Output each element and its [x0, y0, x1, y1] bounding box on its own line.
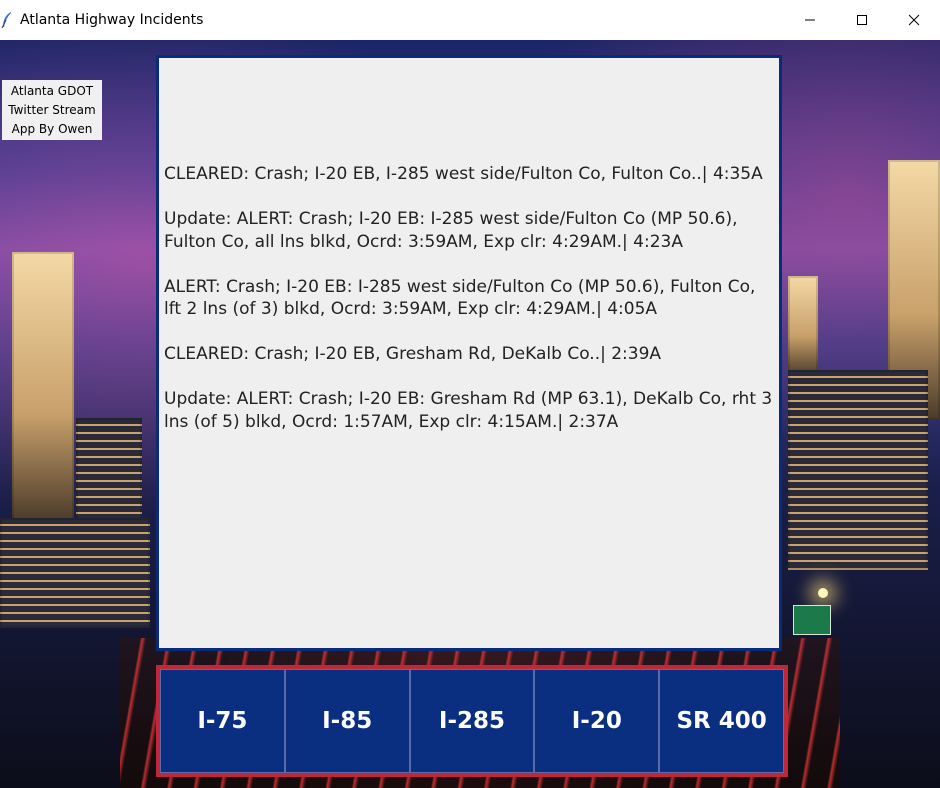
window-controls	[784, 0, 940, 40]
app-window: Atlanta Highway Incidents Atlanta GDOT T…	[0, 0, 940, 788]
incident-tweet: Update: ALERT: Crash; I-20 EB: Gresham R…	[164, 389, 773, 432]
maximize-icon	[856, 11, 868, 30]
highway-button-bar: I-75 I-85 I-285 I-20 SR 400	[156, 665, 788, 777]
incident-tweet: CLEARED: Crash; I-20 EB, Gresham Rd, DeK…	[164, 344, 662, 364]
minimize-button[interactable]	[784, 0, 836, 40]
skyline-building	[0, 518, 150, 628]
maximize-button[interactable]	[836, 0, 888, 40]
incident-tweet: Update: ALERT: Crash; I-20 EB: I-285 wes…	[164, 209, 738, 252]
window-title: Atlanta Highway Incidents	[20, 12, 204, 28]
client-area: Atlanta GDOT Twitter Stream App By Owen …	[0, 40, 940, 788]
title-bar: Atlanta Highway Incidents	[0, 0, 940, 40]
incident-feed[interactable]: CLEARED: Crash; I-20 EB, I-285 west side…	[156, 55, 782, 651]
highway-button-i75[interactable]: I-75	[160, 669, 285, 773]
credit-line: Atlanta GDOT	[10, 83, 94, 98]
credit-line: App By Owen	[11, 121, 93, 136]
highway-button-i85[interactable]: I-85	[284, 669, 410, 773]
credit-line: Twitter Stream	[8, 102, 96, 117]
close-icon	[908, 11, 920, 30]
highway-button-i285[interactable]: I-285	[409, 669, 535, 773]
road-sign	[793, 605, 831, 635]
skyline-building	[788, 370, 928, 570]
incident-tweet: CLEARED: Crash; I-20 EB, I-285 west side…	[164, 164, 763, 184]
skyline-building	[788, 276, 818, 376]
minimize-icon	[804, 11, 816, 30]
incident-tweet: ALERT: Crash; I-20 EB: I-285 west side/F…	[164, 276, 756, 320]
skyline-building	[12, 252, 74, 522]
close-button[interactable]	[888, 0, 940, 40]
streetlight	[818, 588, 828, 598]
highway-button-i20[interactable]: I-20	[534, 669, 660, 773]
feather-icon	[0, 11, 14, 29]
highway-button-sr400[interactable]: SR 400	[659, 669, 784, 773]
credit-label: Atlanta GDOT Twitter Stream App By Owen	[2, 80, 102, 140]
